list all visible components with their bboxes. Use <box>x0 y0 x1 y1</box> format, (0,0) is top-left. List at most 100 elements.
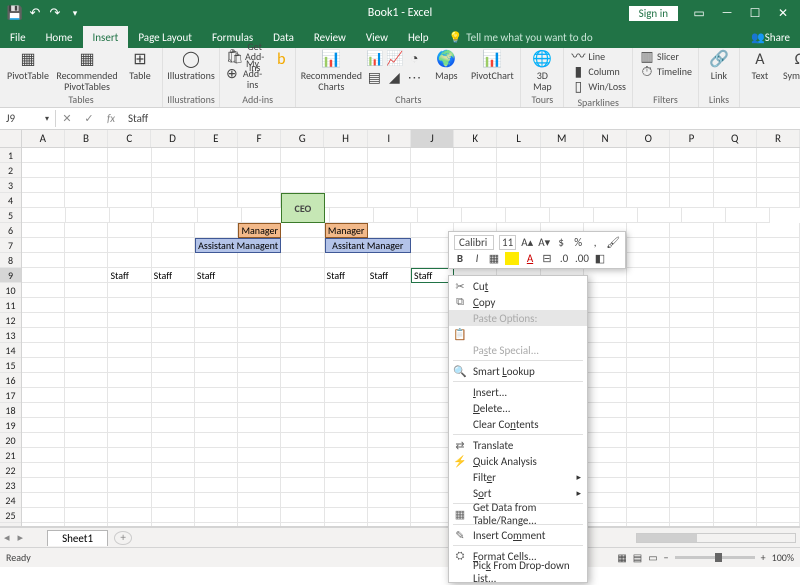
cell-F10[interactable] <box>238 283 281 298</box>
cell-B10[interactable] <box>65 283 108 298</box>
ctx-clear-contents[interactable]: Clear Contents <box>449 416 587 432</box>
table-button[interactable]: ⊞Table <box>122 50 158 82</box>
cell-B5[interactable] <box>66 208 110 223</box>
cell-H25[interactable] <box>325 508 368 523</box>
cell-N20[interactable] <box>584 433 627 448</box>
cell-F26[interactable] <box>238 523 281 527</box>
row-head-14[interactable]: 14 <box>0 343 21 358</box>
cell-F2[interactable] <box>238 163 281 178</box>
cell-R25[interactable] <box>757 508 800 523</box>
cell-A7[interactable] <box>22 238 65 253</box>
cell-A17[interactable] <box>22 388 65 403</box>
cell-P14[interactable] <box>670 343 713 358</box>
cell-B7[interactable] <box>65 238 108 253</box>
cell-D10[interactable] <box>152 283 195 298</box>
cell-Q4[interactable] <box>714 193 757 208</box>
cell-A16[interactable] <box>22 373 65 388</box>
cell-R10[interactable] <box>757 283 800 298</box>
cell-G25[interactable] <box>281 508 324 523</box>
cell-R9[interactable] <box>757 268 800 283</box>
cell-P25[interactable] <box>670 508 713 523</box>
row-head-15[interactable]: 15 <box>0 358 21 373</box>
cell-O25[interactable] <box>627 508 670 523</box>
cell-E9[interactable]: Staff <box>195 268 238 283</box>
cell-C23[interactable] <box>108 478 151 493</box>
row-head-11[interactable]: 11 <box>0 298 21 313</box>
view-pagebreak-icon[interactable]: ▭ <box>648 551 657 564</box>
cell-A19[interactable] <box>22 418 65 433</box>
close-button[interactable]: ✕ <box>770 2 796 24</box>
cell-D20[interactable] <box>152 433 195 448</box>
cell-A10[interactable] <box>22 283 65 298</box>
cell-P26[interactable] <box>670 523 713 527</box>
worksheet-grid[interactable]: ABCDEFGHIJKLMNOPQR 123456789101112131415… <box>0 130 800 527</box>
cell-E24[interactable] <box>195 493 238 508</box>
cell-H11[interactable] <box>325 298 368 313</box>
cell-N5[interactable] <box>550 208 594 223</box>
share-button[interactable]: 👥 Share <box>741 26 800 48</box>
timeline-button[interactable]: ⏱Timeline <box>637 65 694 80</box>
cell-H18[interactable] <box>325 403 368 418</box>
cell-G4[interactable]: CEO <box>281 193 324 223</box>
cell-K5[interactable] <box>418 208 462 223</box>
cell-D2[interactable] <box>152 163 195 178</box>
cell-A25[interactable] <box>22 508 65 523</box>
cell-P13[interactable] <box>670 328 713 343</box>
cell-C8[interactable] <box>108 253 151 268</box>
cell-C22[interactable] <box>108 463 151 478</box>
select-all-corner[interactable] <box>0 130 22 147</box>
cell-A13[interactable] <box>22 328 65 343</box>
font-size[interactable]: 11 <box>499 235 516 250</box>
cell-B13[interactable] <box>65 328 108 343</box>
cell-L4[interactable] <box>497 193 540 208</box>
cell-D24[interactable] <box>152 493 195 508</box>
zoom-level[interactable]: 100% <box>772 551 794 564</box>
cell-M3[interactable] <box>541 178 584 193</box>
cell-E11[interactable] <box>195 298 238 313</box>
row-head-13[interactable]: 13 <box>0 328 21 343</box>
text-button[interactable]: AText <box>744 50 776 82</box>
cell-C18[interactable] <box>108 403 151 418</box>
cell-E25[interactable] <box>195 508 238 523</box>
cell-N24[interactable] <box>584 493 627 508</box>
cell-I26[interactable] <box>368 523 411 527</box>
cell-L5[interactable] <box>462 208 506 223</box>
col-head-F[interactable]: F <box>238 130 281 147</box>
cell-J1[interactable] <box>411 148 454 163</box>
cell-D13[interactable] <box>152 328 195 343</box>
cell-Q17[interactable] <box>714 388 757 403</box>
cell-H22[interactable] <box>325 463 368 478</box>
cell-B20[interactable] <box>65 433 108 448</box>
decrease-font-icon[interactable]: A▾ <box>538 236 550 249</box>
zoom-out-button[interactable]: − <box>664 551 669 564</box>
cell-R2[interactable] <box>757 163 800 178</box>
cell-P6[interactable] <box>670 223 713 238</box>
cell-K2[interactable] <box>454 163 497 178</box>
cell-F14[interactable] <box>238 343 281 358</box>
cell-A12[interactable] <box>22 313 65 328</box>
horizontal-scrollbar[interactable] <box>636 533 796 543</box>
cell-A21[interactable] <box>22 448 65 463</box>
cell-A22[interactable] <box>22 463 65 478</box>
tab-home[interactable]: Home <box>36 26 83 48</box>
cell-I14[interactable] <box>368 343 411 358</box>
cell-E5[interactable] <box>198 208 242 223</box>
cell-H7[interactable]: Assitant Manager <box>325 238 411 253</box>
cell-F22[interactable] <box>238 463 281 478</box>
col-head-C[interactable]: C <box>108 130 151 147</box>
cell-O24[interactable] <box>627 493 670 508</box>
cell-I1[interactable] <box>368 148 411 163</box>
cell-G19[interactable] <box>281 418 324 433</box>
cell-O22[interactable] <box>627 463 670 478</box>
cell-R15[interactable] <box>757 358 800 373</box>
cell-F1[interactable] <box>238 148 281 163</box>
cell-I17[interactable] <box>368 388 411 403</box>
cell-H17[interactable] <box>325 388 368 403</box>
cell-I18[interactable] <box>368 403 411 418</box>
cell-L1[interactable] <box>497 148 540 163</box>
cell-O14[interactable] <box>627 343 670 358</box>
col-head-G[interactable]: G <box>281 130 324 147</box>
col-head-D[interactable]: D <box>151 130 194 147</box>
col-head-K[interactable]: K <box>454 130 497 147</box>
maps-button[interactable]: 🌍Maps <box>428 50 464 82</box>
